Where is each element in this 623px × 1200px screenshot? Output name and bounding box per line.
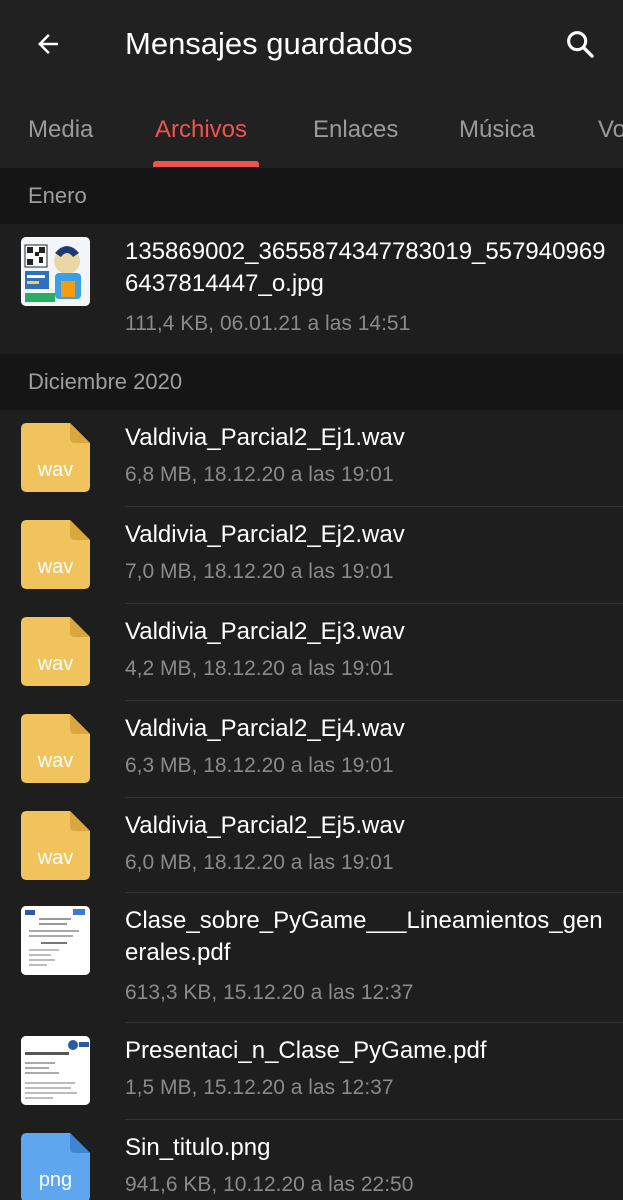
file-thumbnail-wav: wav bbox=[21, 520, 90, 589]
file-extension-label: wav bbox=[37, 556, 74, 578]
file-meta: 941,6 KB, 10.12.20 a las 22:50 bbox=[125, 1173, 414, 1196]
tab-enlaces[interactable]: Enlaces bbox=[313, 88, 398, 168]
file-name: Valdivia_Parcial2_Ej3.wav bbox=[125, 618, 405, 645]
wav-file-icon: wav bbox=[21, 811, 90, 880]
document-preview-icon bbox=[21, 906, 90, 975]
tab-musica[interactable]: Música bbox=[459, 88, 535, 168]
file-meta: 1,5 MB, 15.12.20 a las 12:37 bbox=[125, 1076, 394, 1099]
page-title: Mensajes guardados bbox=[125, 26, 413, 61]
file-extension-label: wav bbox=[37, 847, 74, 869]
document-preview-icon bbox=[21, 1036, 90, 1105]
file-name: Clase_sobre_PyGame___Lineamientos_genera… bbox=[125, 907, 603, 966]
file-meta: 6,3 MB, 18.12.20 a las 19:01 bbox=[125, 754, 394, 777]
wav-file-icon: wav bbox=[21, 520, 90, 589]
tab-voz[interactable]: Vo bbox=[598, 88, 623, 168]
search-icon bbox=[567, 31, 594, 58]
back-button[interactable] bbox=[22, 22, 74, 66]
file-row[interactable]: png Sin_titulo.png 941,6 KB, 10.12.20 a … bbox=[0, 1120, 623, 1200]
file-row[interactable]: wav Valdivia_Parcial2_Ej4.wav 6,3 MB, 18… bbox=[0, 701, 623, 798]
file-row[interactable]: wav Valdivia_Parcial2_Ej5.wav 6,0 MB, 18… bbox=[0, 798, 623, 893]
file-meta: 613,3 KB, 15.12.20 a las 12:37 bbox=[125, 981, 414, 1004]
file-meta: 6,0 MB, 18.12.20 a las 19:01 bbox=[125, 851, 394, 874]
file-thumbnail-wav: wav bbox=[21, 617, 90, 686]
section-header-diciembre-2020: Diciembre 2020 bbox=[0, 354, 623, 410]
file-name: Valdivia_Parcial2_Ej1.wav bbox=[125, 424, 405, 451]
file-row[interactable]: wav Valdivia_Parcial2_Ej1.wav 6,8 MB, 18… bbox=[0, 410, 623, 507]
file-row[interactable]: wav Valdivia_Parcial2_Ej2.wav 7,0 MB, 18… bbox=[0, 507, 623, 604]
tab-bar: Media Archivos Enlaces Música Vo bbox=[0, 88, 623, 168]
file-extension-label: png bbox=[38, 1169, 73, 1191]
file-name: 135869002_3655874347783019_5579409696437… bbox=[125, 238, 606, 297]
file-thumbnail-wav: wav bbox=[21, 423, 90, 492]
png-file-icon: png bbox=[21, 1133, 90, 1200]
file-name: Valdivia_Parcial2_Ej2.wav bbox=[125, 521, 405, 548]
file-thumbnail-image bbox=[21, 237, 90, 306]
active-tab-indicator bbox=[153, 161, 259, 167]
file-thumbnail-png: png bbox=[21, 1133, 90, 1200]
file-name: Valdivia_Parcial2_Ej4.wav bbox=[125, 715, 405, 742]
wav-file-icon: wav bbox=[21, 617, 90, 686]
file-thumbnail-wav: wav bbox=[21, 714, 90, 783]
app-header: Mensajes guardados bbox=[0, 0, 623, 88]
file-extension-label: wav bbox=[37, 653, 74, 675]
tab-archivos[interactable]: Archivos bbox=[155, 88, 247, 168]
tab-media[interactable]: Media bbox=[28, 88, 93, 168]
file-name: Presentaci_n_Clase_PyGame.pdf bbox=[125, 1037, 487, 1064]
file-meta: 4,2 MB, 18.12.20 a las 19:01 bbox=[125, 657, 394, 680]
wav-file-icon: wav bbox=[21, 714, 90, 783]
file-row[interactable]: Clase_sobre_PyGame___Lineamientos_genera… bbox=[0, 893, 623, 1023]
file-row[interactable]: Presentaci_n_Clase_PyGame.pdf 1,5 MB, 15… bbox=[0, 1023, 623, 1120]
file-row[interactable]: 135869002_3655874347783019_5579409696437… bbox=[0, 224, 623, 354]
photo-thumbnail-icon bbox=[21, 237, 90, 306]
wav-file-icon: wav bbox=[21, 423, 90, 492]
file-meta: 111,4 KB, 06.01.21 a las 14:51 bbox=[125, 312, 411, 335]
search-button[interactable] bbox=[554, 22, 606, 66]
file-thumbnail-document bbox=[21, 906, 90, 975]
file-row[interactable]: wav Valdivia_Parcial2_Ej3.wav 4,2 MB, 18… bbox=[0, 604, 623, 701]
file-meta: 7,0 MB, 18.12.20 a las 19:01 bbox=[125, 560, 394, 583]
arrow-left-icon bbox=[38, 34, 58, 54]
file-extension-label: wav bbox=[37, 750, 74, 772]
file-thumbnail-wav: wav bbox=[21, 811, 90, 880]
file-name: Sin_titulo.png bbox=[125, 1134, 271, 1161]
file-name: Valdivia_Parcial2_Ej5.wav bbox=[125, 812, 405, 839]
file-meta: 6,8 MB, 18.12.20 a las 19:01 bbox=[125, 463, 394, 486]
file-thumbnail-document bbox=[21, 1036, 90, 1105]
file-extension-label: wav bbox=[37, 459, 74, 481]
section-header-enero: Enero bbox=[0, 168, 623, 224]
